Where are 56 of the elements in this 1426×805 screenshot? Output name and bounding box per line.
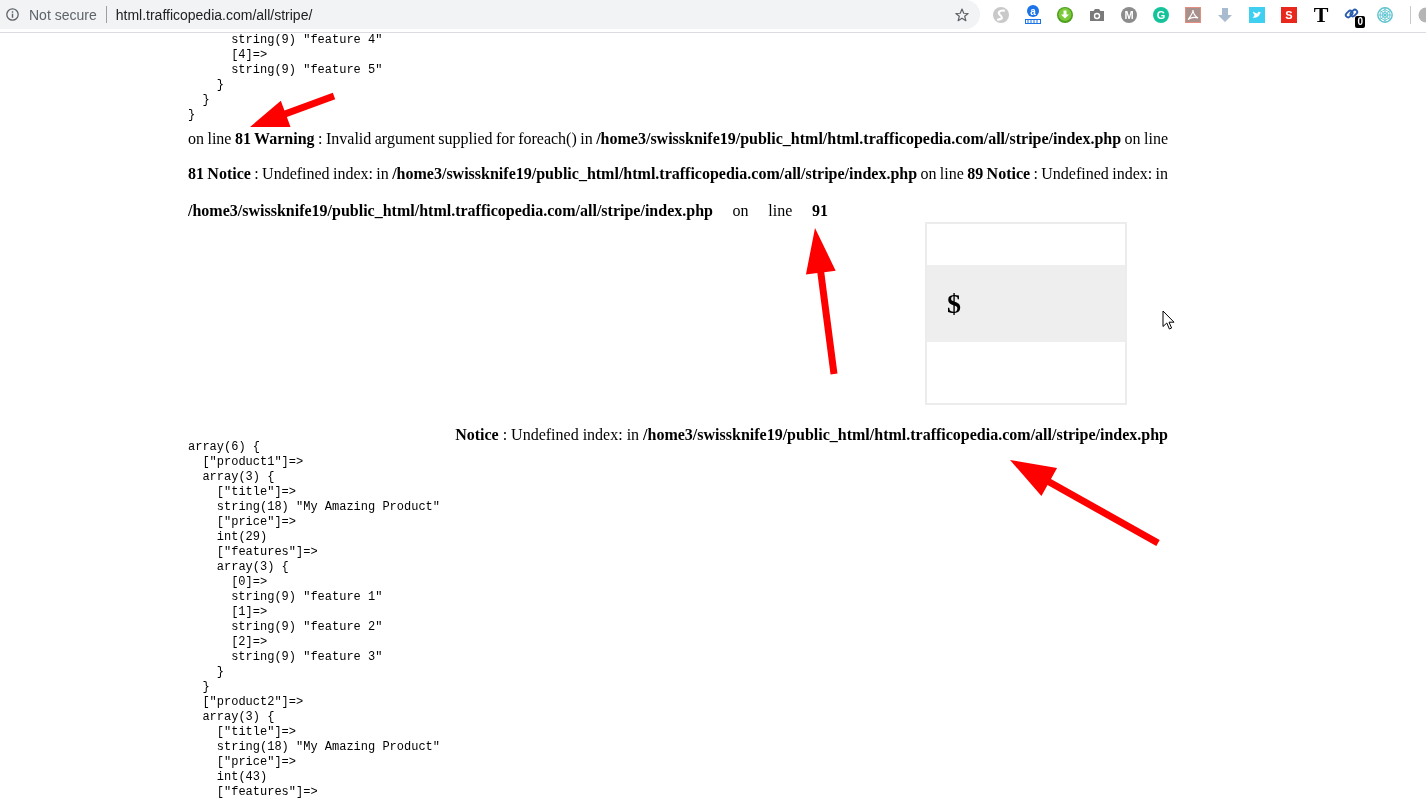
code-line: ["title"]=> [216,725,296,740]
letter-button[interactable]: T [1313,4,1329,25]
code-line: ["product2"]=> [202,695,304,710]
code-line: [2]=> [231,635,268,650]
code-line: ["price"]=> [216,755,296,770]
code-line: ["product1"]=> [202,455,304,470]
url-text: html.trafficopedia.com/all/stripe/ [115,6,313,23]
letter-tile-button[interactable]: S [1281,6,1297,23]
letter-circle-button[interactable]: M [1121,6,1137,23]
security-status: Not secure [29,6,97,23]
code-line: ["features"]=> [216,545,318,560]
code-line: [4]=> [231,48,268,63]
currency-symbol: $ [947,288,961,319]
code-line: [1]=> [231,605,268,620]
letter-disc-button[interactable]: a [1027,5,1039,17]
code-line: } [216,665,224,680]
code-line: } [216,78,224,93]
code-line: array(3) { [202,470,275,485]
ruler-icon [1025,19,1041,24]
error-text: 81 Notice : Undefined index: in /home3/swissknife19/public_html/html.trafficopedia.com/all/stripe/index.php on line 89 Notice : Undefined index: in [188,164,1168,185]
info-icon[interactable] [6,8,19,21]
code-line: } [202,93,210,108]
count-badge: 0 [1355,15,1365,28]
error-text: Notice : Undefined index: in /home3/swissknife19/public_html/html.trafficopedia.com/all/stripe/index.php [455,426,1168,443]
code-line: array(3) { [216,560,289,575]
code-line: string(9) "feature 5" [231,63,383,78]
error-text: on line 81 Warning : Invalid argument supplied for foreach() in /home3/swissknife19/public_html/html.trafficopedia.com/all/stripe/index.php on line [188,129,1168,150]
profile-icon[interactable] [1418,6,1426,23]
bird-tile-icon[interactable] [1249,6,1265,23]
code-line: string(9) "feature 3" [231,650,383,665]
code-line: int(43) [216,770,268,785]
camera-icon[interactable] [1089,7,1105,22]
swirl-circle-icon[interactable] [993,6,1009,23]
code-line: string(9) "feature 4" [231,33,383,48]
code-line: ["features"]=> [216,785,318,800]
code-line: ["price"]=> [216,515,296,530]
code-line: array(3) { [202,710,275,725]
download-circle-icon[interactable] [1057,6,1073,23]
address-bar[interactable]: Not secure html.trafficopedia.com/all/stripe/ [0,0,980,29]
code-line: string(18) "My Amazing Product" [216,740,441,755]
code-line: int(29) [216,530,268,545]
down-arrow-icon[interactable] [1217,6,1233,23]
document-tile-icon[interactable] [1185,6,1201,23]
code-line: string(9) "feature 1" [231,590,383,605]
code-line: ["title"]=> [216,485,296,500]
web-circle-icon[interactable] [1377,6,1393,23]
letter-circle-button[interactable]: G [1153,6,1169,23]
code-line: string(18) "My Amazing Product" [216,500,441,515]
code-line: } [202,680,210,695]
code-line: array(6) { [188,440,260,455]
code-line: } [188,108,196,123]
bookmark-star-icon[interactable] [955,7,969,22]
mouse-pointer-icon [1162,310,1175,330]
code-line: [0]=> [231,575,268,590]
error-text: /home3/swissknife19/public_html/html.trafficopedia.com/all/stripe/index.php on line 91 [188,201,828,222]
code-line: string(9) "feature 2" [231,620,383,635]
